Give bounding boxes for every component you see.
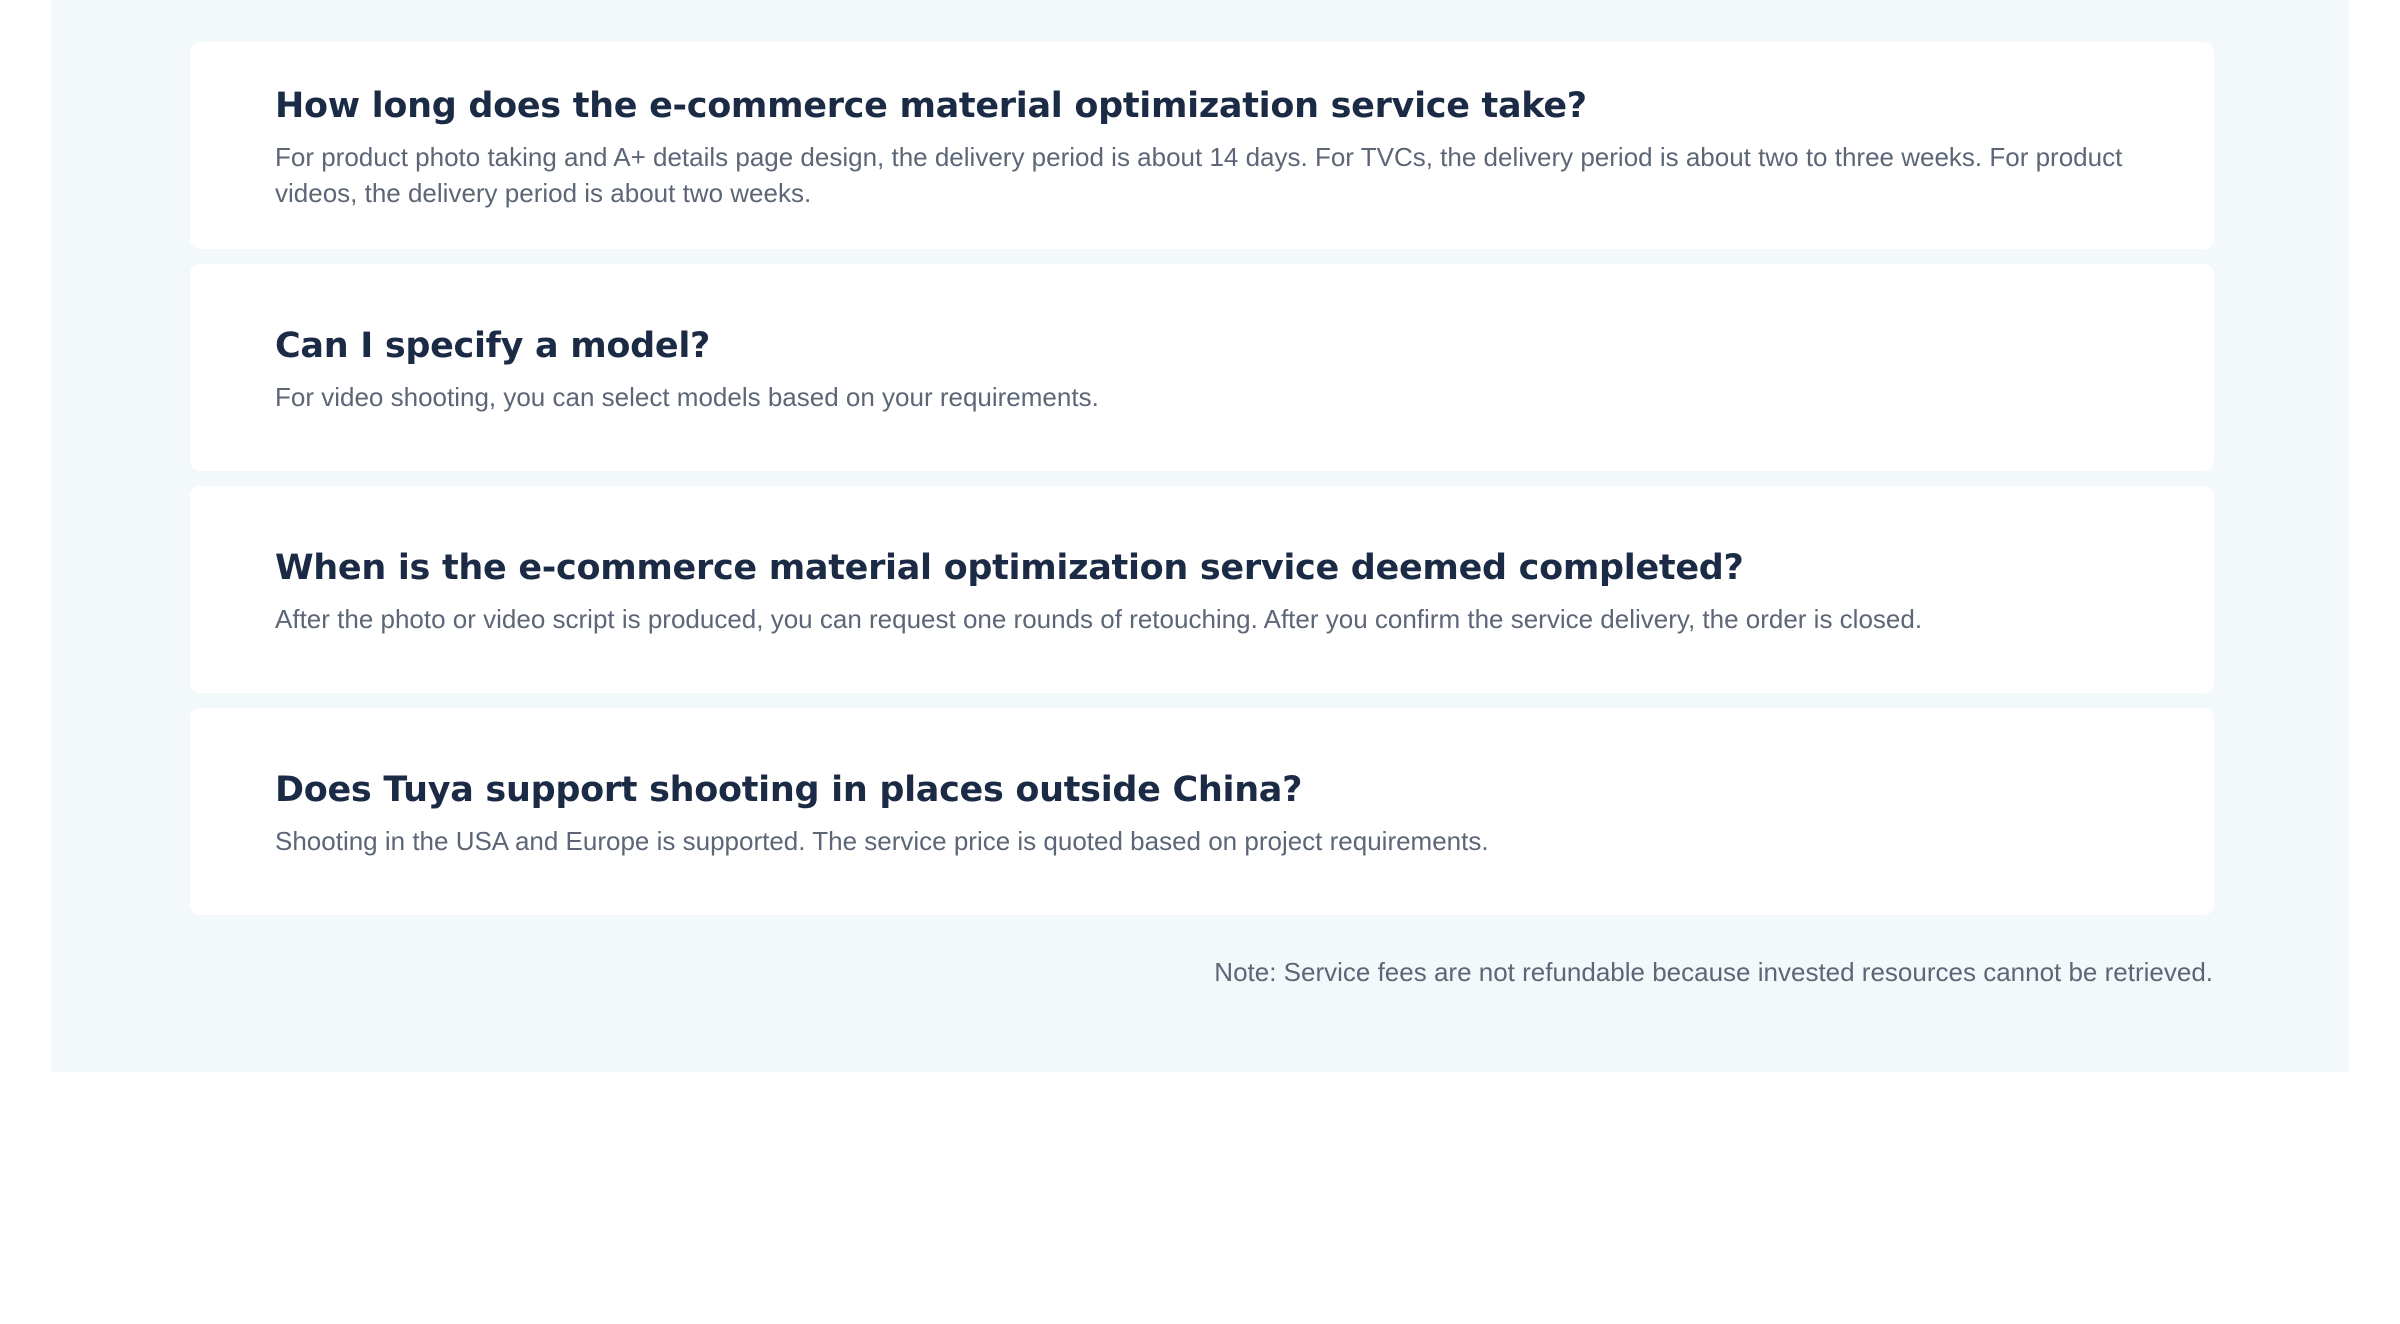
faq-answer: For product photo taking and A+ details … <box>275 141 2123 208</box>
faq-question: How long does the e-commerce material op… <box>275 85 1587 126</box>
faq-question: When is the e-commerce material optimiza… <box>275 547 1744 588</box>
faq-item: Does Tuya support shooting in places out… <box>190 708 2214 915</box>
faq-question: Can I specify a model? <box>275 325 711 366</box>
faq-answer: For video shooting, you can select model… <box>275 381 1099 412</box>
faq-answer: Shooting in the USA and Europe is suppor… <box>275 825 1489 856</box>
faq-item: How long does the e-commerce material op… <box>190 42 2214 249</box>
faq-item: Can I specify a model? For video shootin… <box>190 264 2214 471</box>
refund-note: Note: Service fees are not refundable be… <box>1214 957 2213 987</box>
faq-list: How long does the e-commerce material op… <box>190 42 2214 930</box>
faq-section: How long does the e-commerce material op… <box>51 0 2349 1072</box>
faq-question: Does Tuya support shooting in places out… <box>275 769 1303 810</box>
faq-item: When is the e-commerce material optimiza… <box>190 486 2214 693</box>
faq-answer: After the photo or video script is produ… <box>275 603 1923 634</box>
